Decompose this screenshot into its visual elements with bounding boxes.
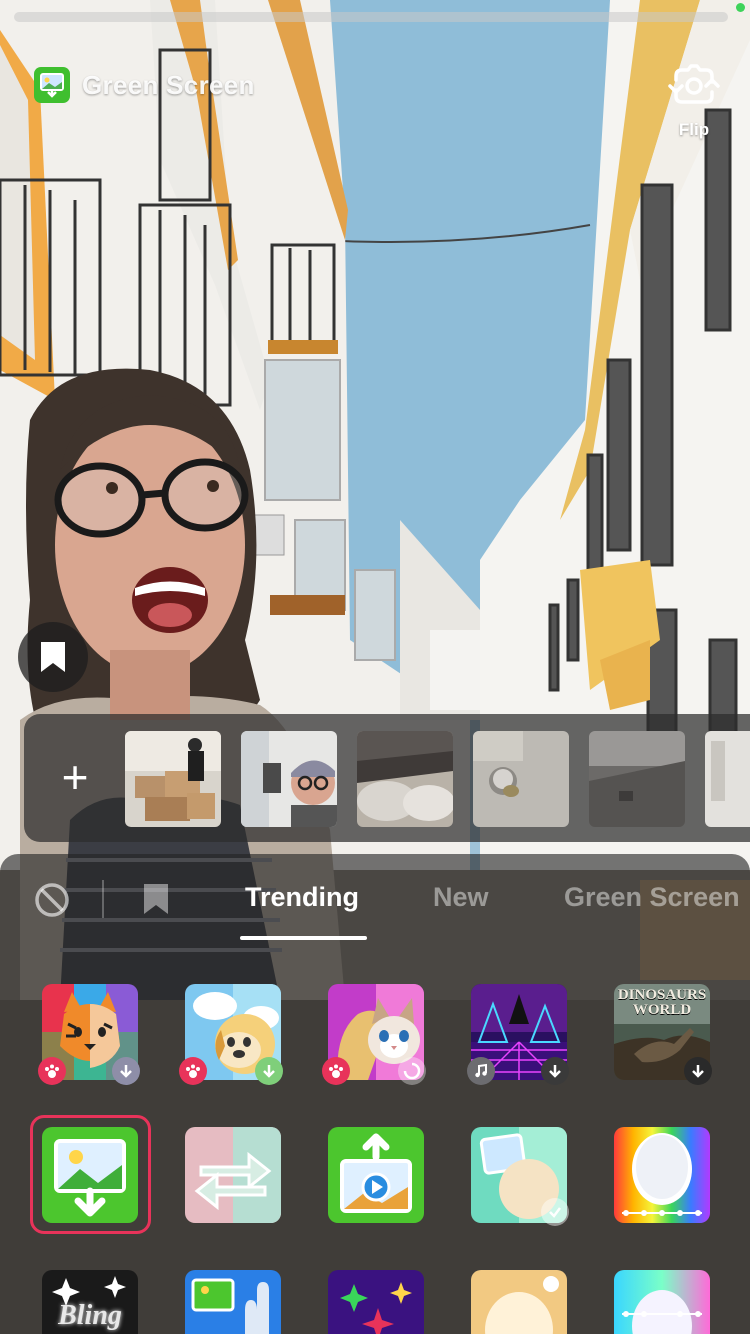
paw-badge-icon xyxy=(322,1057,350,1085)
bling-title: Bling xyxy=(58,1300,122,1331)
tab-saved[interactable] xyxy=(142,882,170,921)
download-badge-icon xyxy=(684,1057,712,1085)
effect-rainbow-face[interactable] xyxy=(614,1270,710,1334)
paw-badge-icon xyxy=(179,1057,207,1085)
download-badge-icon xyxy=(112,1057,140,1085)
tab-divider xyxy=(102,880,104,918)
camera-indicator-dot xyxy=(736,3,745,12)
gallery-thumbnail-boxes[interactable] xyxy=(125,731,221,827)
effect-green-screen-image[interactable] xyxy=(42,1127,138,1223)
media-gallery-strip: + xyxy=(24,714,750,842)
loading-badge-icon xyxy=(398,1057,426,1085)
recording-progress-bar xyxy=(14,12,728,22)
gallery-thumbnail-window[interactable] xyxy=(705,731,750,827)
effect-glow-face[interactable] xyxy=(471,1270,567,1334)
effect-green-screen-video[interactable] xyxy=(328,1127,424,1223)
tab-green-screen[interactable]: Green Screen xyxy=(564,882,740,913)
download-badge-icon xyxy=(255,1057,283,1085)
effects-category-tabs: Trending New Green Screen xyxy=(0,854,750,946)
active-tab-indicator xyxy=(240,936,367,940)
gallery-thumbnail-room[interactable] xyxy=(589,731,685,827)
effect-swap-arrows[interactable] xyxy=(185,1127,281,1223)
effect-green-screen-hand[interactable] xyxy=(185,1270,281,1334)
download-badge-icon xyxy=(541,1057,569,1085)
remove-effect-button[interactable] xyxy=(34,882,70,923)
bookmark-icon xyxy=(41,642,65,672)
effects-panel: Trending New Green Screen xyxy=(0,854,750,1334)
paw-badge-icon xyxy=(38,1057,66,1085)
current-effect-header[interactable]: Green Screen xyxy=(34,66,255,104)
loading-badge-icon xyxy=(541,1198,569,1226)
flip-camera-button[interactable]: Flip xyxy=(664,58,724,140)
gallery-thumbnail-selfie[interactable] xyxy=(241,731,337,827)
flip-camera-icon xyxy=(668,64,720,104)
effect-bling[interactable]: Bling xyxy=(42,1270,138,1334)
effect-name-label: Green Screen xyxy=(82,69,255,100)
gallery-thumbnail-ottoman[interactable] xyxy=(357,731,453,827)
bookmark-icon xyxy=(144,884,168,914)
save-effect-button[interactable] xyxy=(18,622,88,692)
green-screen-effect-icon xyxy=(34,67,70,103)
music-badge-icon xyxy=(467,1057,495,1085)
effect-sparkle-stars[interactable] xyxy=(328,1270,424,1334)
tab-trending[interactable]: Trending xyxy=(245,882,359,913)
gallery-thumbnail-knob[interactable] xyxy=(473,731,569,827)
effect-rainbow-balloon[interactable] xyxy=(614,1127,710,1223)
flip-label: Flip xyxy=(678,120,710,139)
add-media-button[interactable]: + xyxy=(46,748,104,806)
tab-new[interactable]: New xyxy=(433,882,489,913)
no-effect-icon xyxy=(35,883,69,917)
dinosaurs-world-title: DINOSAURS WORLD xyxy=(617,987,707,1018)
